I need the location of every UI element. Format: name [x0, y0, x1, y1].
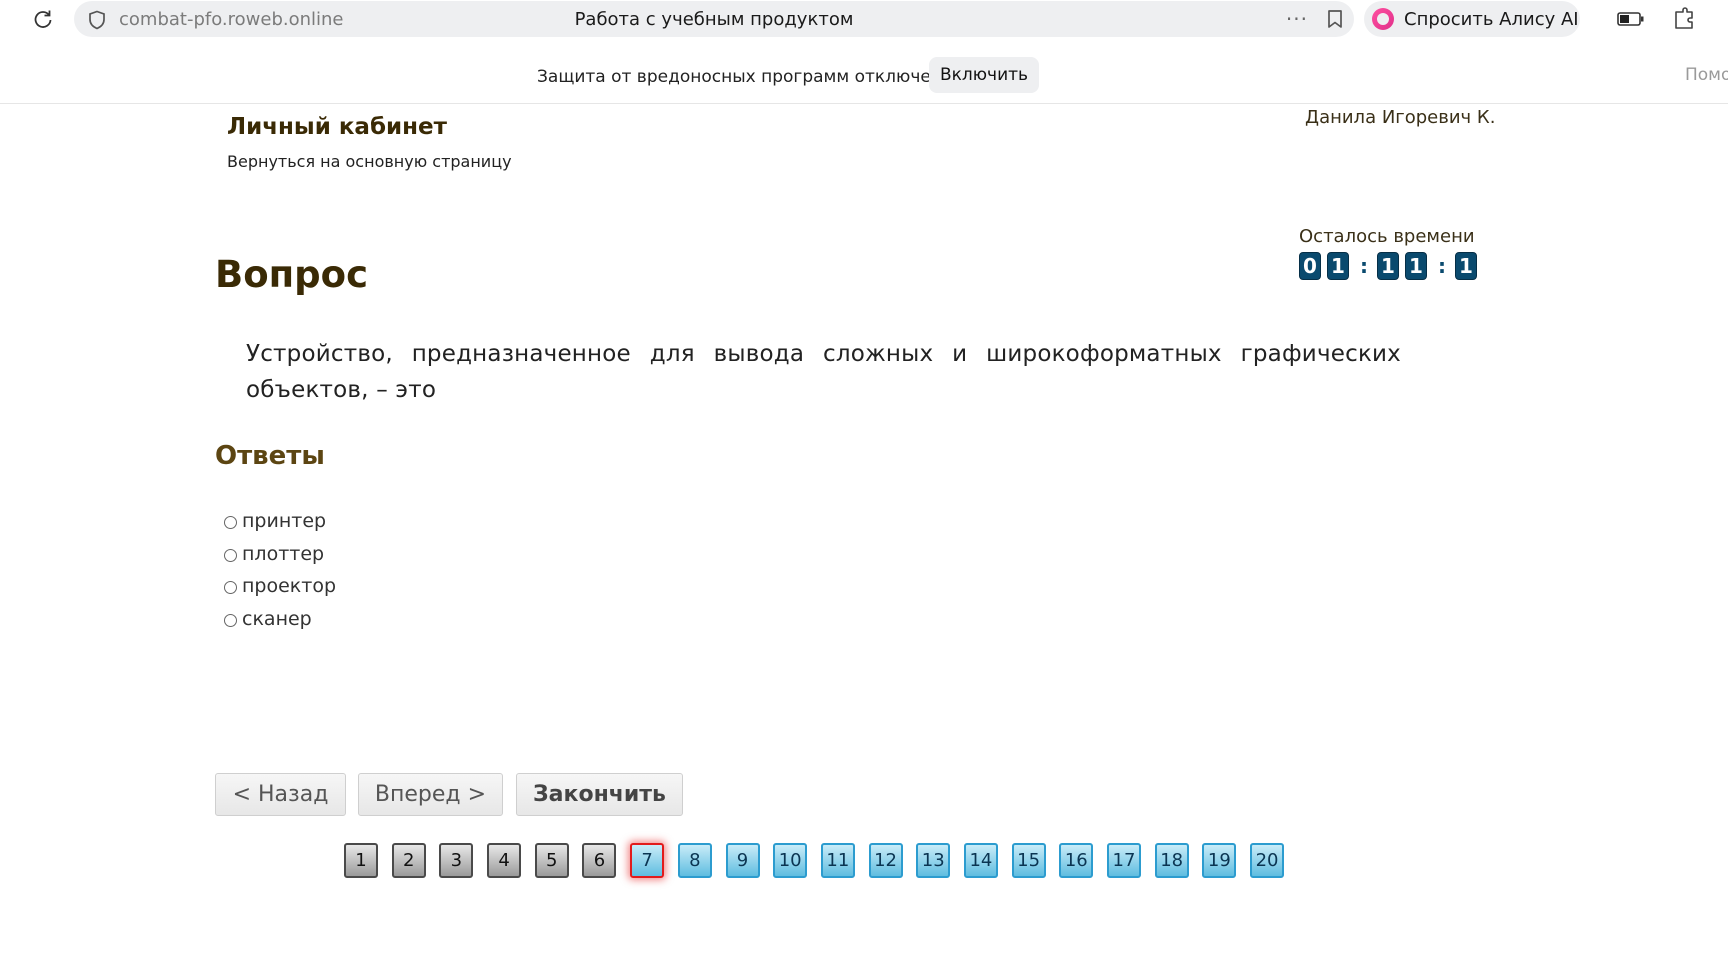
- question-pager: 1 2 3 4 5 6 7 8 9 10 11 12 13 14 15 16 17 18 19 20: [344, 843, 1298, 878]
- url-text[interactable]: combat-pfo.roweb.online: [119, 9, 344, 30]
- timer-separator: :: [1438, 254, 1446, 278]
- answer-option[interactable]: принтер: [224, 505, 336, 538]
- reload-button[interactable]: [30, 6, 56, 32]
- timer-digit: 0: [1299, 252, 1321, 280]
- answer-radio[interactable]: [224, 613, 237, 627]
- pager-page[interactable]: 5: [534, 843, 569, 878]
- pager-page[interactable]: 17: [1107, 843, 1141, 878]
- shield-icon[interactable]: [88, 10, 106, 30]
- answer-label: проектор: [242, 575, 337, 598]
- back-to-main-link[interactable]: Вернуться на основную страницу: [227, 152, 512, 171]
- timer-digit: 1: [1455, 252, 1477, 280]
- bookmark-icon[interactable]: [1326, 9, 1344, 29]
- pager-page[interactable]: 6: [582, 843, 617, 878]
- pager-page[interactable]: 18: [1154, 843, 1189, 878]
- pager-page[interactable]: 20: [1250, 843, 1285, 878]
- alice-icon: [1372, 8, 1394, 30]
- timer-digit: 1: [1327, 252, 1349, 280]
- pager-page[interactable]: 11: [820, 843, 855, 878]
- pager-page[interactable]: 15: [1011, 843, 1046, 878]
- question-heading: Вопрос: [215, 253, 369, 296]
- answer-label: сканер: [242, 607, 312, 630]
- pager-page[interactable]: 2: [391, 843, 426, 878]
- pager-page[interactable]: 4: [487, 843, 522, 878]
- address-bar[interactable]: combat-pfo.roweb.online Работа с учебным…: [74, 1, 1354, 37]
- pager-page[interactable]: 9: [725, 843, 760, 878]
- pager-page[interactable]: 10: [773, 843, 808, 878]
- enable-protection-button[interactable]: Включить: [929, 57, 1039, 93]
- pager-page[interactable]: 13: [916, 843, 951, 878]
- user-name: Данила Игоревич К.: [1305, 107, 1496, 128]
- pager-page[interactable]: 14: [963, 843, 998, 878]
- answer-radio[interactable]: [224, 548, 237, 562]
- ask-alice-button[interactable]: Спросить Алису AI: [1364, 1, 1580, 37]
- answers-heading: Ответы: [215, 441, 325, 471]
- battery-icon: [1617, 12, 1644, 26]
- timer-separator: :: [1360, 254, 1368, 278]
- answer-list: принтер плоттер проектор сканер: [224, 505, 336, 635]
- timer-digit: 1: [1377, 252, 1399, 280]
- protection-infobar: Защита от вредоносных программ отключена…: [0, 53, 1728, 104]
- protection-message: Защита от вредоносных программ отключена: [537, 67, 953, 87]
- answer-option[interactable]: плоттер: [224, 538, 336, 571]
- back-button[interactable]: < Назад: [215, 773, 346, 816]
- browser-toolbar: combat-pfo.roweb.online Работа с учебным…: [0, 0, 1728, 38]
- answer-label: принтер: [242, 510, 327, 533]
- pager-page[interactable]: 8: [677, 843, 712, 878]
- pager-page-current[interactable]: 7: [630, 843, 665, 878]
- pager-page[interactable]: 12: [868, 843, 903, 878]
- pager-page[interactable]: 1: [344, 843, 378, 878]
- pager-page[interactable]: 19: [1202, 843, 1237, 878]
- more-options-icon[interactable]: ···: [1286, 7, 1308, 31]
- answer-label: плоттер: [242, 542, 325, 565]
- countdown-timer: 0 1 : 1 1 : 1: [1299, 252, 1483, 280]
- ask-alice-label: Спросить Алису AI: [1404, 8, 1579, 30]
- pager-page[interactable]: 16: [1059, 843, 1094, 878]
- answer-radio[interactable]: [224, 516, 237, 530]
- extensions-icon[interactable]: [1672, 7, 1696, 31]
- next-button[interactable]: Вперед >: [358, 773, 503, 816]
- help-link[interactable]: Помо: [1685, 65, 1728, 85]
- timer-digit: 1: [1405, 252, 1427, 280]
- answer-radio[interactable]: [224, 581, 237, 595]
- reload-icon: [34, 10, 52, 28]
- pager-page[interactable]: 3: [439, 843, 474, 878]
- answer-option[interactable]: проектор: [224, 570, 336, 603]
- page-title[interactable]: Личный кабинет: [227, 114, 447, 140]
- question-text: Устройство, предназначенное для вывода с…: [246, 341, 1401, 403]
- answer-option[interactable]: сканер: [224, 603, 336, 636]
- finish-button[interactable]: Закончить: [516, 773, 683, 816]
- time-remaining-label: Осталось времени: [1299, 226, 1475, 247]
